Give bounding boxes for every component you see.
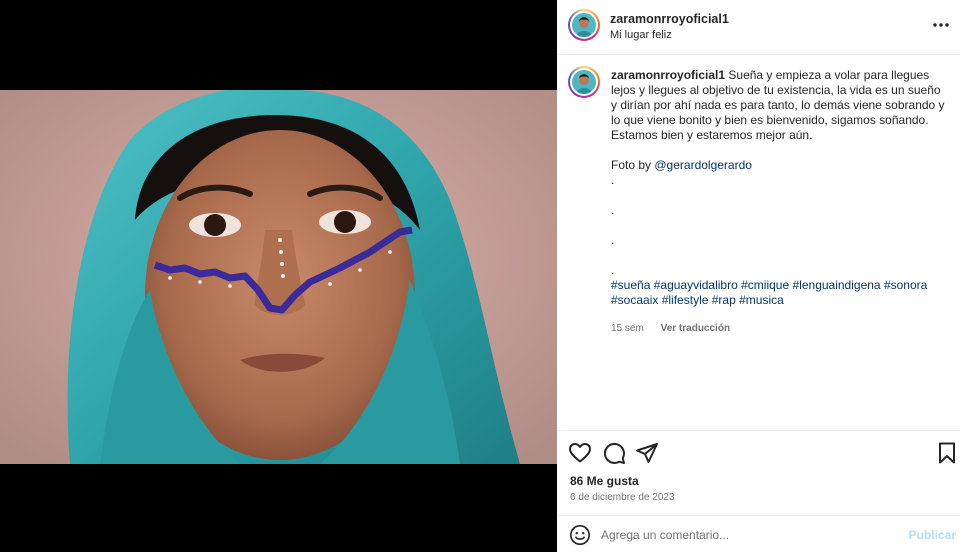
- hashtag-link[interactable]: #lifestyle: [662, 293, 709, 307]
- send-icon[interactable]: [635, 441, 659, 465]
- comment-input[interactable]: [601, 524, 901, 546]
- comment-bar: Publicar: [557, 515, 960, 552]
- hashtag-link[interactable]: #lenguaindigena: [793, 278, 881, 292]
- post-header: zaramonrroyoficial1 Mi lugar feliz: [557, 0, 960, 55]
- caption-meta: 15 sem Ver traducción: [611, 321, 949, 336]
- post-media[interactable]: [0, 0, 557, 552]
- hashtag-link[interactable]: #musica: [739, 293, 784, 307]
- hashtag-list: #sueña #aguayvidalibro #cmiique #lenguai…: [611, 278, 949, 308]
- post-date[interactable]: 6 de diciembre de 2023: [570, 492, 675, 503]
- caption-body: zaramonrroyoficial1 Sueña y empieza a vo…: [611, 68, 949, 336]
- like-count[interactable]: 86 Me gusta: [570, 474, 639, 488]
- caption-dot: .: [611, 233, 615, 247]
- caption-dot: .: [611, 203, 615, 217]
- caption-dot: .: [611, 173, 615, 187]
- hashtag-link[interactable]: #socaaix: [611, 293, 658, 307]
- action-bar: [557, 430, 960, 470]
- see-translation-button[interactable]: Ver traducción: [661, 323, 730, 334]
- caption-dot: .: [611, 263, 615, 277]
- post-photo[interactable]: [0, 90, 557, 464]
- post-details-panel: zaramonrroyoficial1 Mi lugar feliz zaram…: [557, 0, 960, 552]
- avatar-image: [572, 70, 596, 94]
- hashtag-link[interactable]: #aguayvidalibro: [654, 278, 738, 292]
- bookmark-icon[interactable]: [935, 441, 959, 465]
- post-time-ago[interactable]: 15 sem: [611, 323, 644, 334]
- avatar-image: [572, 13, 596, 37]
- caption-text-block: zaramonrroyoficial1 Sueña y empieza a vo…: [611, 68, 949, 143]
- hashtag-link[interactable]: #sonora: [884, 278, 927, 292]
- hashtag-link[interactable]: #rap: [712, 293, 736, 307]
- comment-icon[interactable]: [602, 441, 626, 465]
- post-location[interactable]: Mi lugar feliz: [610, 29, 672, 41]
- caption-username[interactable]: zaramonrroyoficial1: [611, 68, 725, 82]
- more-options-icon[interactable]: [930, 14, 952, 36]
- hashtag-link[interactable]: #sueña: [611, 278, 650, 292]
- avatar[interactable]: [568, 9, 600, 41]
- post-author-username[interactable]: zaramonrroyoficial1: [610, 12, 729, 26]
- photo-credit-handle[interactable]: @gerardolgerardo: [654, 158, 752, 172]
- heart-icon[interactable]: [568, 441, 592, 465]
- post-caption: zaramonrroyoficial1 Sueña y empieza a vo…: [557, 56, 960, 429]
- emoji-icon[interactable]: [569, 524, 591, 546]
- caption-avatar[interactable]: [568, 66, 600, 98]
- photo-credit-prefix: Foto by: [611, 158, 652, 172]
- photo-credit: Foto by @gerardolgerardo: [611, 158, 949, 173]
- publish-button[interactable]: Publicar: [909, 528, 956, 542]
- hashtag-link[interactable]: #cmiique: [741, 278, 789, 292]
